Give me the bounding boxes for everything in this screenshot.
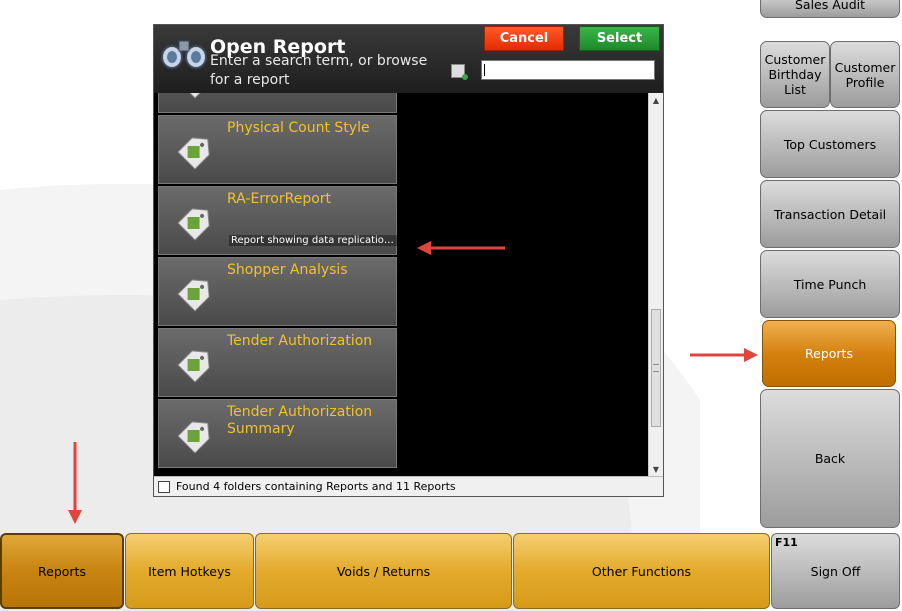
top-customers-button[interactable]: Top Customers (760, 110, 900, 178)
customer-birthday-list-button[interactable]: Customer Birthday List (760, 41, 830, 108)
reports-bottom-button[interactable]: Reports (0, 533, 124, 609)
report-tag-icon (177, 350, 210, 383)
customer-profile-label: Customer Profile (834, 59, 896, 90)
report-title: Shopper Analysis (227, 262, 348, 278)
other-functions-label: Other Functions (591, 563, 692, 579)
customer-profile-button[interactable]: Customer Profile (830, 41, 900, 108)
report-item[interactable]: Shopper Analysis (158, 257, 397, 326)
sales-audit-button[interactable]: Sales Audit (760, 0, 900, 18)
status-text: Found 4 folders containing Reports and 1… (176, 480, 456, 493)
annotation-arrow-icon (690, 348, 758, 362)
scroll-down-arrow-icon[interactable]: ▼ (649, 462, 663, 476)
reports-side-button[interactable]: Reports (762, 320, 896, 387)
back-label: Back (814, 451, 846, 466)
report-tag-icon (177, 421, 210, 454)
cancel-button[interactable]: Cancel (484, 26, 564, 51)
report-list-area: Physical Count Style RA-ErrorReport Repo… (154, 93, 663, 476)
report-item[interactable]: Physical Count Style (158, 115, 397, 184)
report-title: Tender Authorization Summary (227, 404, 373, 437)
item-hotkeys-button[interactable]: Item Hotkeys (125, 533, 254, 609)
scroll-thumb[interactable] (651, 309, 661, 427)
back-button[interactable]: Back (760, 389, 900, 528)
report-item[interactable]: Tender Authorization (158, 328, 397, 397)
report-tag-icon (177, 93, 210, 99)
f11-key-label: F11 (775, 536, 798, 549)
report-title: Physical Count Style (227, 120, 370, 136)
report-tag-icon (177, 137, 210, 170)
dialog-subtitle: Enter a search term, or browse for a rep… (210, 53, 428, 88)
report-tag-icon (177, 208, 210, 241)
search-document-icon (451, 64, 468, 80)
report-description: Report showing data replication ... (229, 235, 399, 246)
scroll-up-arrow-icon[interactable]: ▲ (649, 93, 663, 107)
report-tag-icon (177, 279, 210, 312)
top-customers-label: Top Customers (783, 136, 877, 152)
report-title: RA-ErrorReport (227, 191, 332, 207)
voids-returns-button[interactable]: Voids / Returns (255, 533, 512, 609)
dialog-status-bar: Found 4 folders containing Reports and 1… (154, 476, 663, 496)
status-icon (158, 480, 170, 493)
search-input[interactable] (481, 60, 655, 80)
dialog-header: Open Report Enter a search term, or brow… (154, 25, 663, 93)
sales-audit-label: Sales Audit (794, 0, 866, 12)
binoculars-icon (161, 40, 207, 69)
item-hotkeys-label: Item Hotkeys (148, 563, 231, 579)
transaction-detail-label: Transaction Detail (773, 206, 887, 222)
open-report-dialog: Open Report Enter a search term, or brow… (153, 24, 664, 497)
transaction-detail-button[interactable]: Transaction Detail (760, 180, 900, 248)
voids-returns-label: Voids / Returns (336, 563, 431, 579)
report-title: Tender Authorization (227, 333, 373, 349)
sign-off-label: Sign Off (810, 563, 861, 579)
report-item[interactable] (158, 93, 397, 113)
customer-birthday-list-label: Customer Birthday List (764, 52, 826, 97)
vertical-scrollbar[interactable]: ▲ ▼ (648, 93, 663, 476)
time-punch-button[interactable]: Time Punch (760, 250, 900, 318)
time-punch-label: Time Punch (793, 276, 867, 292)
select-button[interactable]: Select (579, 26, 660, 51)
other-functions-button[interactable]: Other Functions (513, 533, 770, 609)
report-list[interactable]: Physical Count Style RA-ErrorReport Repo… (158, 93, 399, 470)
annotation-arrow-icon (68, 442, 82, 524)
report-item-ra-errorreport[interactable]: RA-ErrorReport Report showing data repli… (158, 186, 399, 255)
reports-side-label: Reports (805, 346, 853, 361)
reports-bottom-label: Reports (38, 563, 86, 579)
sign-off-button[interactable]: F11 Sign Off (771, 533, 900, 609)
report-item[interactable]: Tender Authorization Summary (158, 399, 397, 468)
